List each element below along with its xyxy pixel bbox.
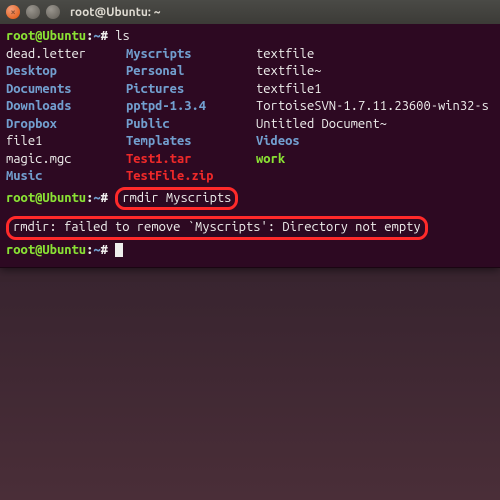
terminal-window: × root@Ubuntu: ~ root@Ubuntu:~# ls dead.… bbox=[0, 0, 500, 268]
ls-cell: Public bbox=[126, 116, 256, 134]
ls-cell: Test1.tar bbox=[126, 151, 256, 169]
ls-entry: textfile bbox=[256, 47, 314, 61]
ls-cell: Downloads bbox=[6, 98, 126, 116]
ls-output: dead.letter Myscripts textfile Desktop Perso… bbox=[6, 46, 494, 186]
ls-row: Desktop Personal textfile~ bbox=[6, 63, 494, 81]
ls-cell: file1 bbox=[6, 133, 126, 151]
error-message: rmdir: failed to remove `Myscripts': Dir… bbox=[13, 220, 421, 234]
ls-cell: work bbox=[256, 151, 494, 169]
prompt-line: root@Ubuntu:~# ls bbox=[6, 28, 494, 46]
ls-entry: dead.letter bbox=[6, 47, 86, 61]
command-ls: ls bbox=[115, 29, 130, 43]
ls-entry: Templates bbox=[126, 134, 192, 148]
prompt-sign: # bbox=[101, 29, 108, 43]
ls-entry: work bbox=[256, 152, 285, 166]
prompt-line-empty: root@Ubuntu:~# bbox=[6, 242, 494, 260]
highlight-command: rmdir Myscripts bbox=[115, 187, 238, 211]
ls-cell: textfile1 bbox=[256, 81, 494, 99]
ls-cell: Personal bbox=[126, 63, 256, 81]
ls-cell: Untitled Document~ bbox=[256, 116, 494, 134]
ls-entry: pptpd-1.3.4 bbox=[126, 99, 206, 113]
ls-entry: Personal bbox=[126, 64, 184, 78]
ls-entry: magic.mgc bbox=[6, 152, 72, 166]
ls-entry: Downloads bbox=[6, 99, 72, 113]
prompt-path: ~ bbox=[93, 29, 100, 43]
cursor-icon bbox=[115, 243, 123, 257]
ls-cell: Templates bbox=[126, 133, 256, 151]
ls-row: magic.mgc Test1.tar work bbox=[6, 151, 494, 169]
ls-cell: Music bbox=[6, 168, 126, 186]
ls-entry: TortoiseSVN-1.7.11.23600-win32-s bbox=[256, 99, 489, 113]
ls-entry: Videos bbox=[256, 134, 300, 148]
terminal-body[interactable]: root@Ubuntu:~# ls dead.letter Myscripts te… bbox=[0, 24, 500, 264]
ls-cell: Pictures bbox=[126, 81, 256, 99]
ls-cell: Dropbox bbox=[6, 116, 126, 134]
ls-entry: Dropbox bbox=[6, 117, 57, 131]
ls-cell: Documents bbox=[6, 81, 126, 99]
titlebar[interactable]: × root@Ubuntu: ~ bbox=[0, 0, 500, 24]
maximize-icon[interactable] bbox=[46, 5, 60, 19]
ls-entry: TestFile.zip bbox=[126, 169, 213, 183]
command-rmdir: rmdir Myscripts bbox=[122, 191, 231, 205]
ls-entry: Myscripts bbox=[126, 47, 192, 61]
ls-entry: file1 bbox=[6, 134, 42, 148]
ls-cell: dead.letter bbox=[6, 46, 126, 64]
ls-row: Documents Pictures textfile1 bbox=[6, 81, 494, 99]
ls-row: Dropbox Public Untitled Document~ bbox=[6, 116, 494, 134]
ls-entry: Documents bbox=[6, 82, 72, 96]
ls-entry: Public bbox=[126, 117, 170, 131]
ls-entry: textfile~ bbox=[256, 64, 322, 78]
ls-cell bbox=[256, 168, 494, 186]
ls-cell: textfile bbox=[256, 46, 494, 64]
ls-cell: Videos bbox=[256, 133, 494, 151]
close-icon[interactable]: × bbox=[6, 5, 20, 19]
ls-cell: Myscripts bbox=[126, 46, 256, 64]
ls-cell: textfile~ bbox=[256, 63, 494, 81]
ls-entry: Test1.tar bbox=[126, 152, 192, 166]
ls-row: Downloads pptpd-1.3.4 TortoiseSVN-1.7.11.2… bbox=[6, 98, 494, 116]
ls-entry: Pictures bbox=[126, 82, 184, 96]
ls-entry: textfile1 bbox=[256, 82, 322, 96]
ls-row: dead.letter Myscripts textfile bbox=[6, 46, 494, 64]
window-controls: × bbox=[6, 5, 60, 19]
ls-row: file1 Templates Videos bbox=[6, 133, 494, 151]
prompt-user: root@Ubuntu bbox=[6, 29, 86, 43]
ls-row: Music TestFile.zip bbox=[6, 168, 494, 186]
ls-cell: pptpd-1.3.4 bbox=[126, 98, 256, 116]
ls-cell: TortoiseSVN-1.7.11.23600-win32-s bbox=[256, 98, 494, 116]
ls-cell: Desktop bbox=[6, 63, 126, 81]
ls-entry: Desktop bbox=[6, 64, 57, 78]
ls-cell: TestFile.zip bbox=[126, 168, 256, 186]
ls-entry: Music bbox=[6, 169, 42, 183]
minimize-icon[interactable] bbox=[26, 5, 40, 19]
window-title: root@Ubuntu: ~ bbox=[70, 6, 160, 19]
highlight-error-line: rmdir: failed to remove `Myscripts': Dir… bbox=[6, 214, 494, 242]
prompt-line-rmdir: root@Ubuntu:~# rmdir Myscripts bbox=[6, 186, 494, 211]
ls-entry: Untitled Document~ bbox=[256, 117, 387, 131]
highlight-error: rmdir: failed to remove `Myscripts': Dir… bbox=[6, 216, 428, 240]
ls-cell: magic.mgc bbox=[6, 151, 126, 169]
